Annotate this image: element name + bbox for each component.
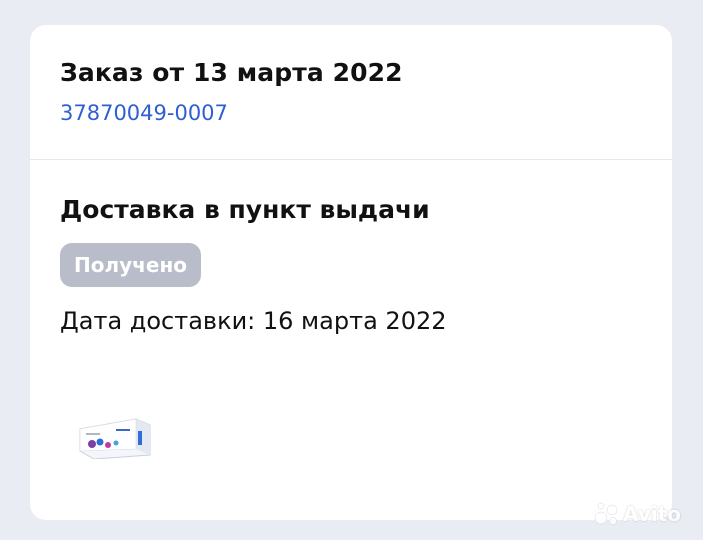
avito-logo-icon: [594, 502, 618, 525]
product-thumbnail[interactable]: [78, 411, 154, 459]
avito-watermark: Avito: [593, 500, 693, 530]
order-number-link[interactable]: 37870049-0007: [60, 101, 228, 125]
order-title: Заказ от 13 марта 2022: [60, 58, 403, 87]
status-badge: Получено: [60, 243, 202, 287]
delivery-date: Дата доставки: 16 марта 2022: [60, 307, 447, 335]
order-header: Заказ от 13 марта 2022 37870049-0007: [30, 25, 672, 160]
order-card: Заказ от 13 марта 2022 37870049-0007 Дос…: [30, 25, 672, 520]
avito-watermark-text: Avito: [623, 502, 681, 526]
delivery-title: Доставка в пункт выдачи: [60, 195, 430, 224]
